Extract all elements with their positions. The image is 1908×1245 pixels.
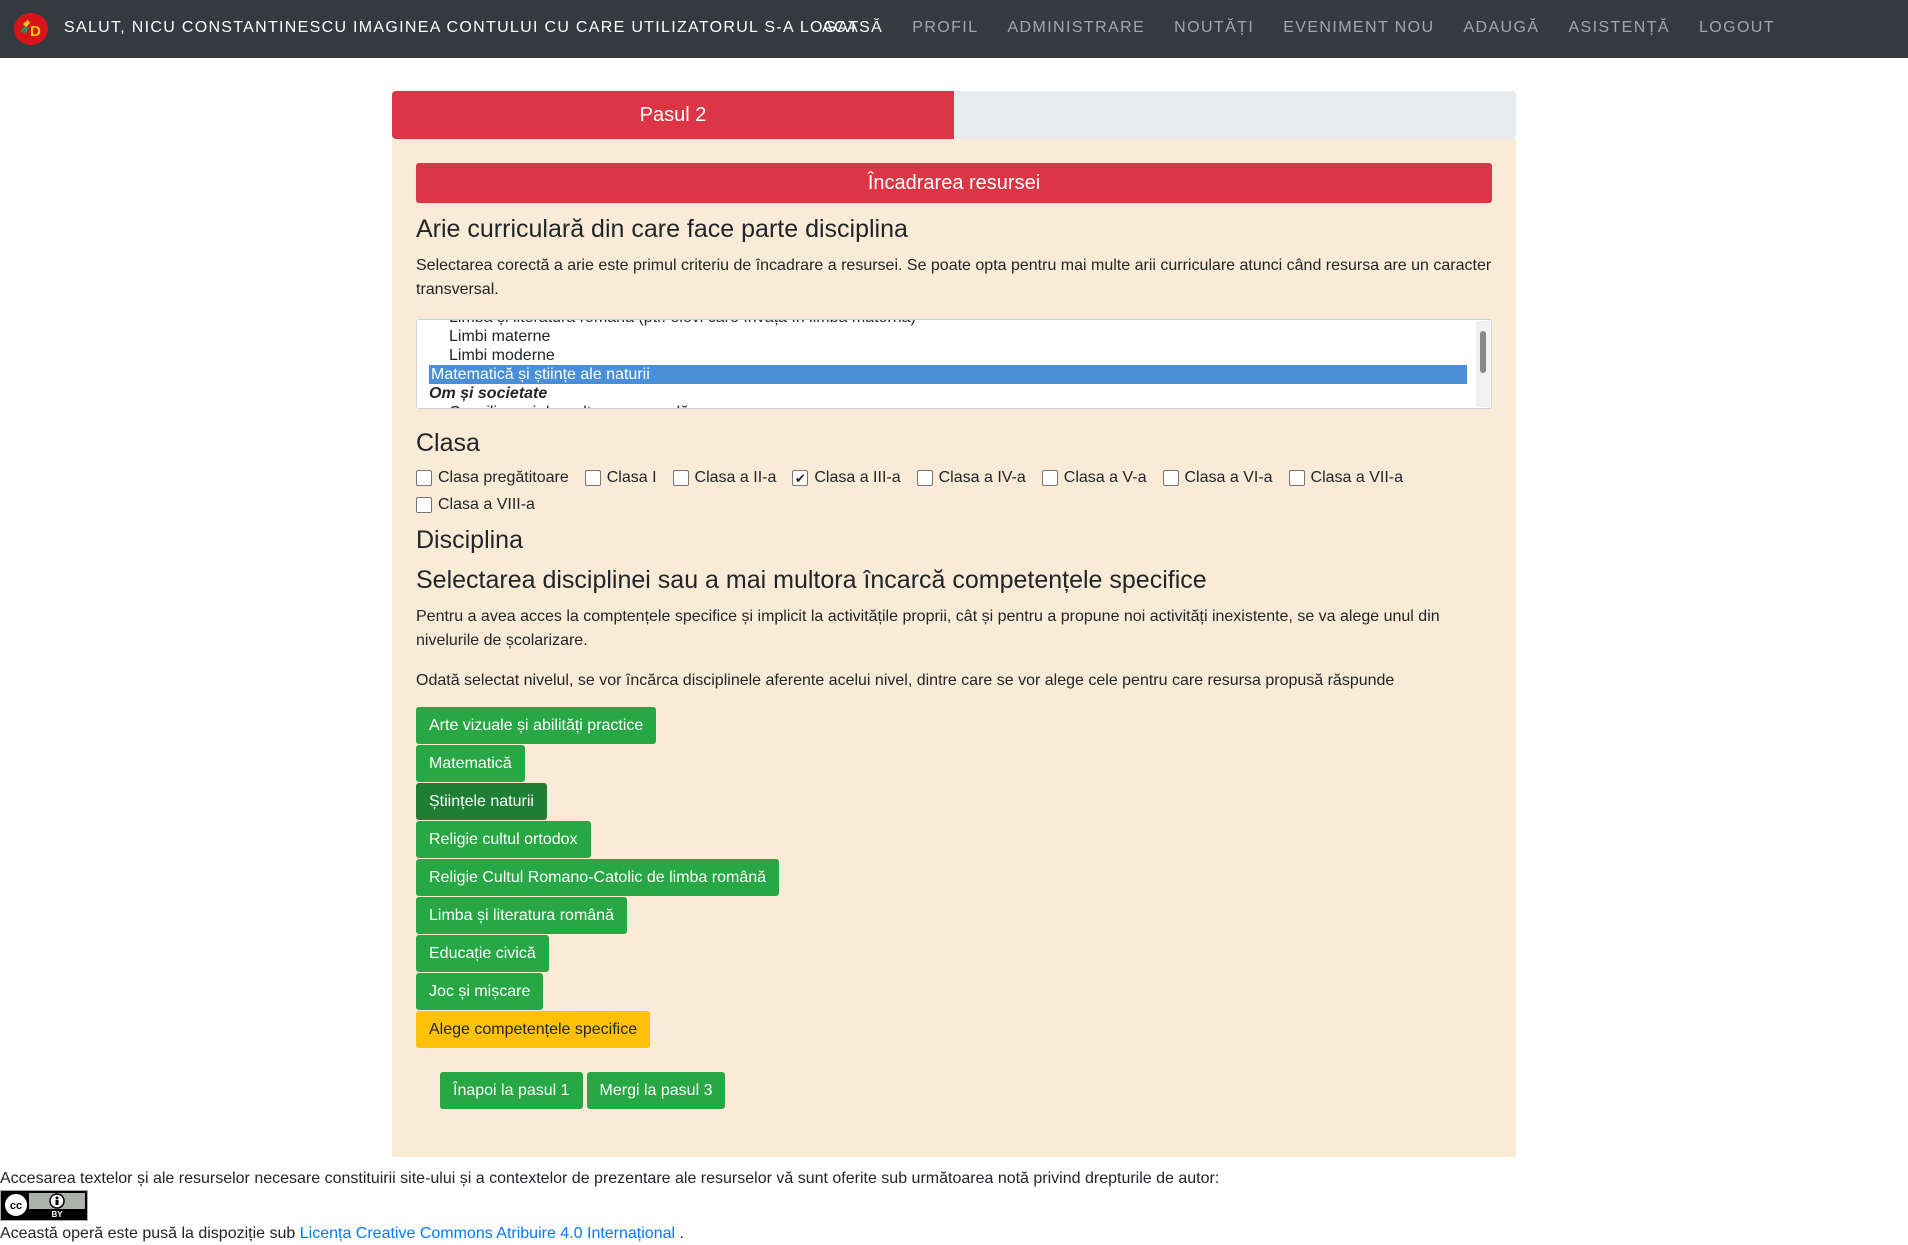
clasa-checkbox-item[interactable]: Clasa pregătitoare [416,469,569,487]
arie-option[interactable]: Matematică și științe ale naturii [429,365,1467,384]
nav-item-adauga[interactable]: ADAUGĂ [1463,19,1539,37]
arie-option[interactable]: Limbi moderne [429,346,1467,365]
arie-title: Arie curriculară din care face parte dis… [416,215,908,243]
alege-competente-button[interactable]: Alege competențele specifice [416,1011,651,1048]
arie-optgroup: Om și societate [429,385,548,402]
disciplina-button[interactable]: Matematică [416,745,525,782]
clasa-checkbox-label: Clasa pregătitoare [438,469,569,486]
nav-item-noutati[interactable]: NOUTĂȚI [1174,19,1254,37]
disciplina-button[interactable]: Joc și mișcare [416,973,544,1010]
clasa-checkbox-label: Clasa a III-a [814,469,901,486]
nav-item-eveniment-nou[interactable]: EVENIMENT NOU [1283,19,1434,37]
arie-list-scrollbar[interactable] [1476,321,1490,407]
disciplina-button[interactable]: Științele naturii [416,783,547,820]
clasa-checkbox[interactable] [916,470,933,486]
clasa-checkbox[interactable] [416,497,432,513]
license-prefix: Această operă este pusă la dispoziție su… [0,1225,296,1242]
step-progress: Pasul 2 [392,91,1516,139]
selectare-title: Selectarea disciplinei sau a mai multora… [416,566,1207,594]
nav-item-administrare[interactable]: ADMINISTRARE [1007,19,1145,37]
clasa-checkbox-label: Clasa I [606,469,657,486]
clasa-checkbox-item[interactable]: Clasa a IV-a [916,469,1026,487]
panel-header: Încadrarea resursei [416,163,1492,203]
disciplina-button-list: Arte vizuale și abilități practice Matema… [416,707,780,1049]
license-link[interactable]: Licența Creative Commons Atribuire 4.0 I… [300,1225,675,1242]
clasa-title: Clasa [416,429,480,457]
acces-description: Pentru a avea acces la comptențele speci… [416,608,1440,649]
brand-user-greeting[interactable]: SALUT, NICU CONSTANTINESCU IMAGINEA CONT… [64,19,859,37]
disciplina-title: Disciplina [416,526,523,554]
clasa-checkbox-item[interactable]: Clasa I [584,469,657,487]
next-step-button[interactable]: Mergi la pasul 3 [586,1072,726,1109]
clasa-checkbox-item[interactable]: Clasa a II-a [672,469,777,487]
copyright-note: Accesarea textelor și ale resurselor nec… [0,1170,1220,1187]
arie-description: Selectarea corectă a arie este primul cr… [416,257,1492,298]
odata-description: Odată selectat nivelul, se vor încărca d… [416,672,1395,689]
clasa-checkbox-item[interactable]: Clasa a VIII-a [416,496,535,514]
clasa-checkbox[interactable] [672,470,689,486]
clasa-checkbox[interactable] [1162,470,1179,486]
arie-select-list[interactable]: Limba și literatura română (ptr. elevi c… [416,319,1492,409]
disciplina-button[interactable]: Educație civică [416,935,549,972]
nav-item-logout[interactable]: LOGOUT [1699,19,1775,37]
clasa-checkbox[interactable]: ✔ [792,470,809,486]
cc-by-license-badge[interactable]: cc BY [0,1190,88,1221]
arie-option[interactable]: Consiliere și dezvoltare personală [429,403,1467,408]
clasa-checkbox-item[interactable]: Clasa a VII-a [1288,469,1404,487]
back-step-button[interactable]: Înapoi la pasul 1 [440,1072,583,1109]
clasa-checkbox[interactable] [1288,470,1305,486]
nav-item-asistenta[interactable]: ASISTENȚĂ [1568,19,1670,37]
clasa-checkbox[interactable] [416,470,432,486]
clasa-checkbox-label: Clasa a VII-a [1310,469,1404,486]
resource-panel: Încadrarea resursei Arie curriculară din… [392,139,1516,1157]
step-navigation: Înapoi la pasul 1 Mergi la pasul 3 [440,1072,729,1109]
clasa-checkbox-item[interactable]: Clasa a VI-a [1162,469,1273,487]
nav-item-acasa[interactable]: ACASĂ [822,19,883,37]
clasa-checkbox-item[interactable]: ✔ Clasa a III-a [792,469,901,487]
clasa-checkbox[interactable] [584,470,601,486]
disciplina-button[interactable]: Arte vizuale și abilități practice [416,707,657,744]
cc-badge-by-text: BY [51,1210,63,1219]
disciplina-button[interactable]: Religie cultul ortodox [416,821,591,858]
clasa-checkbox[interactable] [1041,470,1058,486]
clasa-checkbox-label: Clasa a II-a [694,469,777,486]
license-suffix: . [679,1225,684,1242]
arie-list-scroll-thumb[interactable] [1480,331,1486,373]
clasa-checkbox-group: Clasa pregătitoare Clasa I Clasa a II-a ✔ Cl… [416,469,1492,514]
license-line: Această operă este pusă la dispoziție su… [0,1225,684,1243]
navbar: D SALUT, NICU CONSTANTINESCU IMAGINEA CO… [0,0,1908,58]
arie-option[interactable]: Limba și literatura română (ptr. elevi c… [429,320,1467,327]
disciplina-button[interactable]: Religie Cultul Romano-Catolic de limba r… [416,859,780,896]
nav-menu: ACASĂ PROFIL ADMINISTRARE NOUTĂȚI EVENIM… [822,19,1804,37]
cc-badge-cc-text: cc [10,1200,22,1212]
disciplina-button[interactable]: Limba și literatura română [416,897,627,934]
clasa-checkbox-item[interactable]: Clasa a V-a [1041,469,1147,487]
nav-item-profil[interactable]: PROFIL [912,19,978,37]
arie-option[interactable]: Limbi materne [429,327,1467,346]
clasa-checkbox-label: Clasa a IV-a [938,469,1026,486]
clasa-checkbox-label: Clasa a V-a [1063,469,1147,486]
clasa-checkbox-label: Clasa a VIII-a [438,496,535,513]
brand-logo-icon[interactable]: D [14,13,48,45]
clasa-checkbox-label: Clasa a VI-a [1184,469,1273,486]
svg-text:D: D [30,23,41,40]
step-progress-bar: Pasul 2 [392,91,954,139]
